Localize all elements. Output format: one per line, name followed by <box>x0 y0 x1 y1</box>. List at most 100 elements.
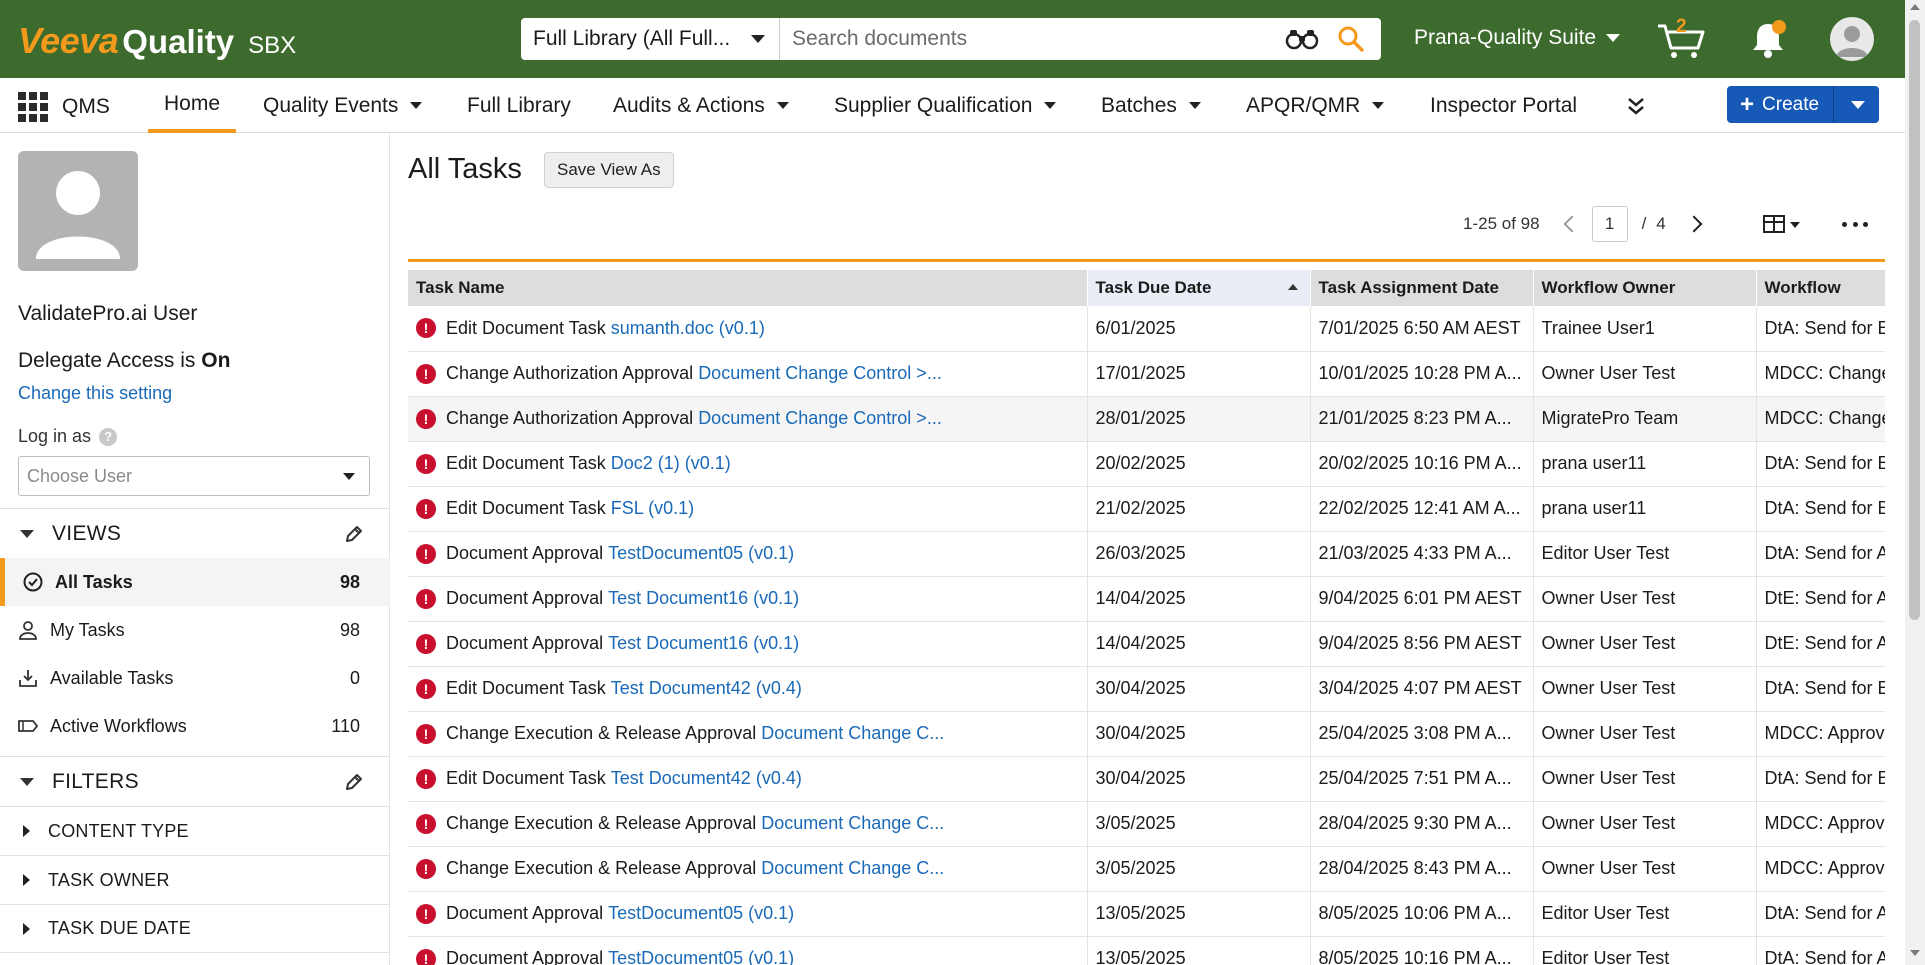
tab-full-library[interactable]: Full Library <box>467 78 571 133</box>
tab-batches[interactable]: Batches <box>1101 78 1201 133</box>
page-number-input[interactable]: 1 <box>1591 206 1628 242</box>
tab-audits-actions[interactable]: Audits & Actions <box>613 78 789 133</box>
col-workflow[interactable]: Workflow <box>1756 270 1885 306</box>
table-row[interactable]: ! Change Execution & Release Approval Docu… <box>408 846 1885 892</box>
table-row[interactable]: ! Edit Document Task Test Document42 (v0.4… <box>408 756 1885 802</box>
tab-home[interactable]: Home <box>148 78 237 133</box>
workflow-cell: DtA: Send for Approval <box>1756 891 1885 937</box>
views-section-header[interactable]: VIEWS <box>0 508 390 558</box>
create-menu-chevron-icon[interactable] <box>1851 101 1865 109</box>
document-link[interactable]: TestDocument05 (v0.1) <box>608 543 794 564</box>
task-name[interactable]: Document Approval <box>446 588 603 609</box>
task-name[interactable]: Document Approval <box>446 543 603 564</box>
table-row[interactable]: ! Edit Document Task FSL (v0.1) 21/02/2025 2… <box>408 486 1885 532</box>
col-workflow-owner[interactable]: Workflow Owner <box>1533 270 1757 306</box>
task-name[interactable]: Edit Document Task <box>446 318 606 339</box>
table-row[interactable]: ! Change Authorization Approval Document C… <box>408 396 1885 442</box>
change-setting-link[interactable]: Change this setting <box>18 383 172 404</box>
user-menu-avatar[interactable] <box>1830 17 1874 61</box>
previous-page-icon[interactable] <box>1563 215 1581 233</box>
table-row[interactable]: ! Change Authorization Approval Document C… <box>408 351 1885 397</box>
next-page-icon[interactable] <box>1685 215 1703 233</box>
table-row[interactable]: ! Change Execution & Release Approval Docu… <box>408 711 1885 757</box>
table-row[interactable]: ! Change Execution & Release Approval Docu… <box>408 801 1885 847</box>
col-task-assignment-date[interactable]: Task Assignment Date <box>1310 270 1534 306</box>
view-available-tasks[interactable]: Available Tasks 0 <box>0 654 390 702</box>
view-active-workflows[interactable]: Active Workflows 110 <box>0 702 390 750</box>
edit-filters-pencil-icon[interactable] <box>344 772 364 792</box>
col-task-due-date[interactable]: Task Due Date <box>1087 270 1311 306</box>
help-icon[interactable]: ? <box>99 427 118 446</box>
document-link[interactable]: FSL (v0.1) <box>611 498 694 519</box>
document-link[interactable]: Document Change C... <box>761 723 944 744</box>
document-link[interactable]: Document Change C... <box>761 858 944 879</box>
edit-views-pencil-icon[interactable] <box>344 524 364 544</box>
filter-content-type[interactable]: CONTENT TYPE <box>0 806 390 855</box>
notifications-button[interactable] <box>1748 18 1788 60</box>
scroll-up-icon[interactable] <box>1910 4 1920 10</box>
task-name[interactable]: Change Execution & Release Approval <box>446 858 756 879</box>
document-link[interactable]: TestDocument05 (v0.1) <box>608 903 794 924</box>
table-row[interactable]: ! Edit Document Task Doc2 (1) (v0.1) 20/02/… <box>408 441 1885 487</box>
table-layout-menu[interactable] <box>1763 213 1803 235</box>
more-tabs-button[interactable] <box>1627 78 1645 133</box>
task-name[interactable]: Document Approval <box>446 633 603 654</box>
table-row[interactable]: ! Document Approval TestDocument05 (v0.1) 1… <box>408 936 1885 965</box>
document-link[interactable]: Doc2 (1) (v0.1) <box>611 453 731 474</box>
tab-label: Audits & Actions <box>613 93 765 117</box>
assignment-date-cell: 22/02/2025 12:41 AM A... <box>1310 486 1534 532</box>
filter-task-owner[interactable]: TASK OWNER <box>0 855 390 904</box>
document-link[interactable]: Test Document42 (v0.4) <box>611 768 802 789</box>
search-icon[interactable] <box>1337 25 1365 53</box>
task-name[interactable]: Document Approval <box>446 903 603 924</box>
document-link[interactable]: Document Change Control >... <box>698 363 942 384</box>
document-link[interactable]: Test Document16 (v0.1) <box>608 588 799 609</box>
table-row[interactable]: ! Document Approval Test Document16 (v0.1)… <box>408 621 1885 667</box>
task-name-cell: ! Change Authorization Approval Document C… <box>408 396 1088 442</box>
task-name[interactable]: Edit Document Task <box>446 768 606 789</box>
document-link[interactable]: TestDocument05 (v0.1) <box>608 948 794 965</box>
library-scope-dropdown[interactable]: Full Library (All Full... <box>521 18 780 60</box>
save-view-as-button[interactable]: Save View As <box>544 152 674 188</box>
table-row[interactable]: ! Document Approval TestDocument05 (v0.1) 2… <box>408 531 1885 577</box>
task-name[interactable]: Change Execution & Release Approval <box>446 723 756 744</box>
filters-section-header[interactable]: FILTERS <box>0 756 390 806</box>
table-row[interactable]: ! Edit Document Task Test Document42 (v0.4… <box>408 666 1885 712</box>
document-link[interactable]: Document Change C... <box>761 813 944 834</box>
tab-apqr-qmr[interactable]: APQR/QMR <box>1246 78 1385 133</box>
document-link[interactable]: Test Document42 (v0.4) <box>611 678 802 699</box>
table-row[interactable]: ! Edit Document Task sumanth.doc (v0.1) 6/0… <box>408 306 1885 352</box>
scroll-down-icon[interactable] <box>1910 950 1920 956</box>
table-row[interactable]: ! Document Approval Test Document16 (v0.1)… <box>408 576 1885 622</box>
create-button[interactable]: + Create <box>1727 86 1879 123</box>
app-switcher[interactable]: QMS <box>18 92 110 122</box>
tab-inspector-portal[interactable]: Inspector Portal <box>1430 78 1577 133</box>
view-my-tasks[interactable]: My Tasks 98 <box>0 606 390 654</box>
task-name[interactable]: Change Authorization Approval <box>446 363 693 384</box>
veeva-quality-logo[interactable]: Veeva Quality SBX <box>18 20 296 62</box>
check-circle-icon <box>23 572 43 592</box>
choose-user-dropdown[interactable]: Choose User <box>18 456 370 496</box>
task-name[interactable]: Change Authorization Approval <box>446 408 693 429</box>
document-link[interactable]: Test Document16 (v0.1) <box>608 633 799 654</box>
filter-task-due-date[interactable]: TASK DUE DATE <box>0 904 390 953</box>
binoculars-icon[interactable] <box>1285 28 1319 50</box>
document-link[interactable]: sumanth.doc (v0.1) <box>611 318 765 339</box>
tab-quality-events[interactable]: Quality Events <box>263 78 423 133</box>
cart-button[interactable]: 2 <box>1656 16 1706 60</box>
task-name[interactable]: Document Approval <box>446 948 603 965</box>
view-all-tasks[interactable]: All Tasks 98 <box>0 558 390 606</box>
col-task-name[interactable]: Task Name <box>408 270 1088 306</box>
document-link[interactable]: Document Change Control >... <box>698 408 942 429</box>
page-scrollbar[interactable] <box>1905 0 1925 965</box>
table-row[interactable]: ! Document Approval TestDocument05 (v0.1) 1… <box>408 891 1885 937</box>
more-options-icon[interactable] <box>1842 222 1868 228</box>
tab-supplier-qualification[interactable]: Supplier Qualification <box>834 78 1057 133</box>
task-name[interactable]: Edit Document Task <box>446 453 606 474</box>
search-input[interactable] <box>780 19 1285 59</box>
suite-switcher[interactable]: Prana-Quality Suite <box>1414 26 1621 50</box>
task-name[interactable]: Edit Document Task <box>446 498 606 519</box>
task-name[interactable]: Change Execution & Release Approval <box>446 813 756 834</box>
scroll-thumb[interactable] <box>1909 20 1920 620</box>
task-name[interactable]: Edit Document Task <box>446 678 606 699</box>
